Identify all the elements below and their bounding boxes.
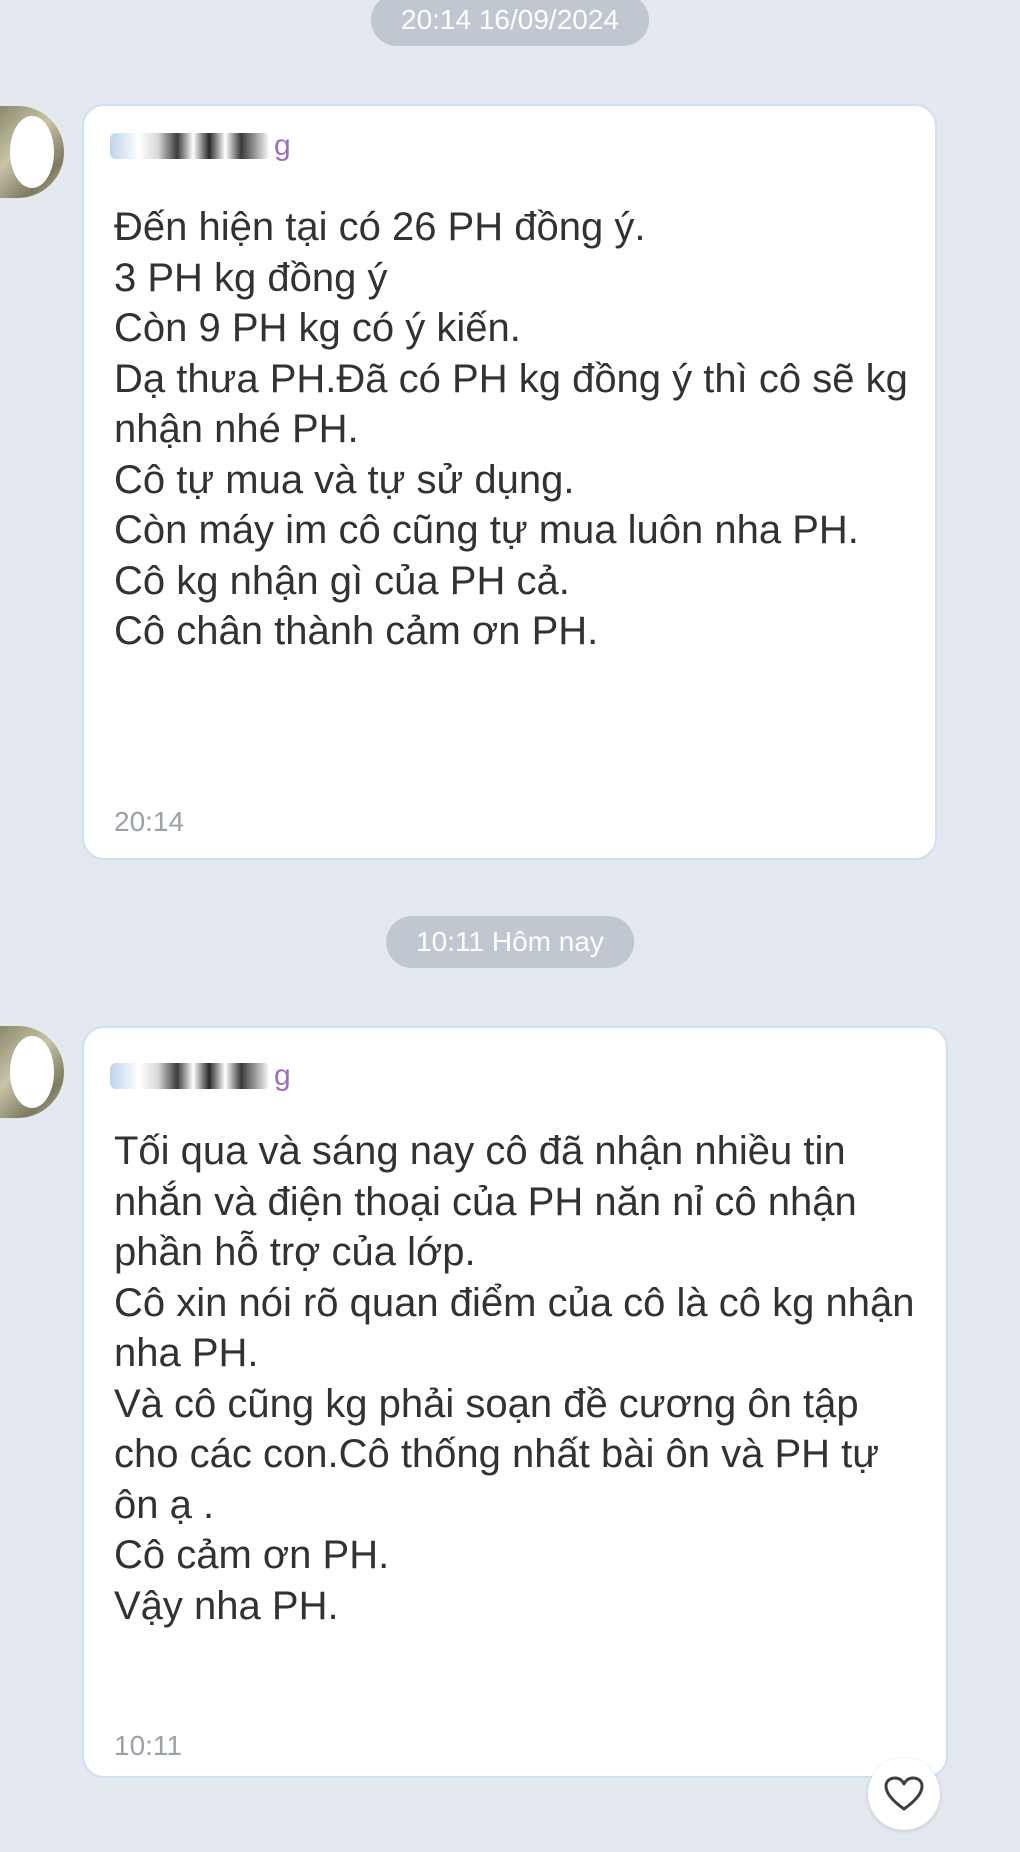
message-text: Tối qua và sáng nay cô đã nhận nhiều tin…	[114, 1129, 915, 1628]
message-time: 20:14	[114, 806, 185, 837]
redacted-name	[110, 133, 270, 159]
avatar[interactable]	[0, 106, 64, 198]
heart-reaction-button[interactable]	[868, 1758, 940, 1830]
sender-name-suffix: g	[274, 129, 291, 162]
message-time: 10:11	[114, 1730, 182, 1761]
message-text: Đến hiện tại có 26 PH đồng ý. 3 PH kg đồ…	[114, 205, 908, 653]
sender-name: g	[110, 126, 291, 166]
avatar[interactable]	[0, 1026, 64, 1118]
date-divider: 10:11 Hôm nay	[386, 916, 634, 968]
heart-icon	[884, 1776, 924, 1811]
message-bubble[interactable]: g Đến hiện tại có 26 PH đồng ý. 3 PH kg …	[82, 104, 937, 860]
redacted-name	[110, 1063, 270, 1089]
date-divider: 20:14 16/09/2024	[371, 0, 649, 46]
sender-name: g	[110, 1056, 291, 1096]
chat-area: 20:14 16/09/2024 g Đến hiện tại có 26 PH…	[0, 0, 1020, 1852]
message-bubble[interactable]: g Tối qua và sáng nay cô đã nhận nhiều t…	[82, 1026, 948, 1778]
sender-name-suffix: g	[274, 1059, 291, 1092]
